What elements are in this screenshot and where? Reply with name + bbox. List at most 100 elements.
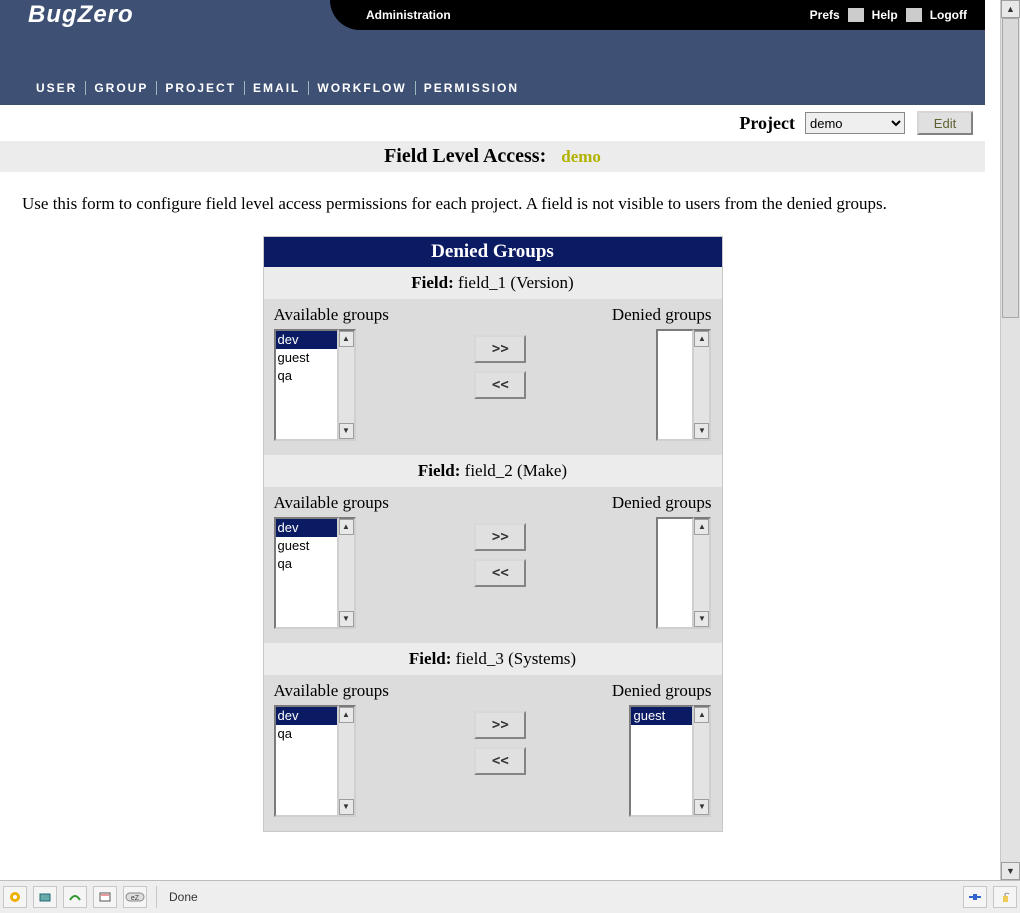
nav-workflow[interactable]: WORKFLOW	[309, 81, 414, 95]
explain-text: Use this form to configure field level a…	[0, 172, 985, 236]
divider-icon	[156, 886, 157, 908]
scroll-thumb[interactable]	[1002, 18, 1019, 318]
header-links: Prefs Help Logoff	[802, 8, 985, 22]
project-select[interactable]: demo	[805, 112, 905, 134]
title-band: Field Level Access: demo	[0, 141, 985, 172]
add-button[interactable]: >>	[474, 523, 526, 551]
nav-user[interactable]: USER	[28, 81, 85, 95]
list-item[interactable]: dev	[276, 707, 337, 725]
field-block: Field: field_1 (Version) Available groups…	[264, 267, 722, 455]
denied-label: Denied groups	[612, 305, 712, 325]
divider-icon	[906, 8, 922, 22]
field-label-prefix: Field:	[418, 461, 461, 480]
edit-button[interactable]: Edit	[917, 111, 973, 135]
scroll-up-icon[interactable]: ▲	[694, 519, 709, 535]
field-body: Available groupsdevguestqa▲▼>><<Denied g…	[264, 299, 722, 455]
nav-permission[interactable]: PERMISSION	[416, 81, 527, 95]
page-content: BugZero Administration Prefs Help Logoff	[0, 0, 985, 832]
scroll-up-icon[interactable]: ▲	[339, 707, 354, 723]
denied-label: Denied groups	[612, 493, 712, 513]
field-label-row: Field: field_1 (Version)	[264, 267, 722, 299]
scroll-down-icon[interactable]: ▼	[1001, 862, 1020, 880]
field-label-row: Field: field_2 (Make)	[264, 455, 722, 487]
scroll-down-icon[interactable]: ▼	[339, 799, 354, 815]
field-body: Available groupsdevguestqa▲▼>><<Denied g…	[264, 487, 722, 643]
status-text: Done	[163, 890, 198, 904]
scroll-up-icon[interactable]: ▲	[1001, 0, 1020, 18]
available-listbox[interactable]: devguestqa ▲ ▼	[274, 329, 356, 441]
vertical-scrollbar[interactable]: ▲ ▼	[1000, 0, 1020, 880]
status-tile-right-1[interactable]	[963, 886, 987, 908]
status-tile-4[interactable]	[93, 886, 117, 908]
scroll-up-icon[interactable]: ▲	[339, 331, 354, 347]
denied-listbox[interactable]: ▲▼	[656, 517, 711, 629]
available-listbox[interactable]: devguestqa ▲ ▼	[274, 517, 356, 629]
field-block: Field: field_2 (Make) Available groups dev…	[264, 455, 722, 643]
prefs-link[interactable]: Prefs	[802, 8, 848, 22]
field-label-prefix: Field:	[409, 649, 452, 668]
status-tile-5[interactable]: eZ	[123, 886, 147, 908]
add-button[interactable]: >>	[474, 711, 526, 739]
top-bar: BugZero Administration Prefs Help Logoff	[0, 0, 985, 30]
nav-tabs: USER GROUP PROJECT EMAIL WORKFLOW PERMIS…	[0, 75, 985, 105]
scroll-up-icon[interactable]: ▲	[694, 707, 709, 723]
scroll-down-icon[interactable]: ▼	[694, 611, 709, 627]
available-label: Available groups	[274, 681, 389, 701]
denied-listbox[interactable]: guest▲ ▼	[629, 705, 711, 817]
nav-group[interactable]: GROUP	[86, 81, 156, 95]
field-display-name: field_2 (Make)	[460, 461, 567, 480]
logo: BugZero	[0, 0, 330, 30]
scroll-up-icon[interactable]: ▲	[339, 519, 354, 535]
titlebar-curve	[330, 0, 360, 30]
denied-listbox[interactable]: ▲▼	[656, 329, 711, 441]
status-tile-2[interactable]	[33, 886, 57, 908]
available-listbox[interactable]: devqa▲ ▼	[274, 705, 356, 817]
list-item[interactable]: qa	[276, 555, 337, 573]
scroll-up-icon[interactable]: ▲	[694, 331, 709, 347]
field-display-name: field_1 (Version)	[454, 273, 574, 292]
list-item[interactable]: qa	[276, 725, 337, 743]
scroll-down-icon[interactable]: ▼	[339, 611, 354, 627]
help-link[interactable]: Help	[864, 8, 906, 22]
scroll-track[interactable]	[1001, 18, 1020, 862]
status-tile-1[interactable]	[3, 886, 27, 908]
page-title-project: demo	[561, 147, 601, 166]
list-item[interactable]: dev	[276, 519, 337, 537]
divider-icon	[848, 8, 864, 22]
denied-groups-header: Denied Groups	[264, 237, 722, 267]
remove-button[interactable]: <<	[474, 747, 526, 775]
svg-text:eZ: eZ	[131, 895, 140, 902]
remove-button[interactable]: <<	[474, 371, 526, 399]
scroll-down-icon[interactable]: ▼	[339, 423, 354, 439]
logoff-link[interactable]: Logoff	[922, 8, 975, 22]
status-tile-3[interactable]	[63, 886, 87, 908]
project-label: Project	[739, 113, 795, 134]
status-tile-right-2[interactable]	[993, 886, 1017, 908]
title-bar: Administration Prefs Help Logoff	[360, 0, 985, 30]
available-label: Available groups	[274, 493, 389, 513]
field-block: Field: field_3 (Systems) Available groups…	[264, 643, 722, 831]
page-title: Field Level Access:	[384, 145, 546, 167]
denied-groups-panel: Denied Groups Field: field_1 (Version) Av…	[263, 236, 723, 832]
scroll-down-icon[interactable]: ▼	[694, 423, 709, 439]
field-body: Available groupsdevqa▲▼>><<Denied groups…	[264, 675, 722, 831]
add-button[interactable]: >>	[474, 335, 526, 363]
navy-band	[0, 30, 985, 75]
nav-email[interactable]: EMAIL	[245, 81, 308, 95]
scroll-down-icon[interactable]: ▼	[694, 799, 709, 815]
field-label-prefix: Field:	[411, 273, 454, 292]
nav-project[interactable]: PROJECT	[157, 81, 244, 95]
field-display-name: field_3 (Systems)	[451, 649, 576, 668]
list-item[interactable]: guest	[631, 707, 692, 725]
project-row: Project demo Edit	[0, 105, 985, 141]
remove-button[interactable]: <<	[474, 559, 526, 587]
list-item[interactable]: dev	[276, 331, 337, 349]
list-item[interactable]: qa	[276, 367, 337, 385]
page-section-title: Administration	[360, 8, 802, 22]
status-bar: eZ Done	[0, 880, 1020, 913]
available-label: Available groups	[274, 305, 389, 325]
list-item[interactable]: guest	[276, 349, 337, 367]
denied-label: Denied groups	[612, 681, 712, 701]
list-item[interactable]: guest	[276, 537, 337, 555]
field-label-row: Field: field_3 (Systems)	[264, 643, 722, 675]
